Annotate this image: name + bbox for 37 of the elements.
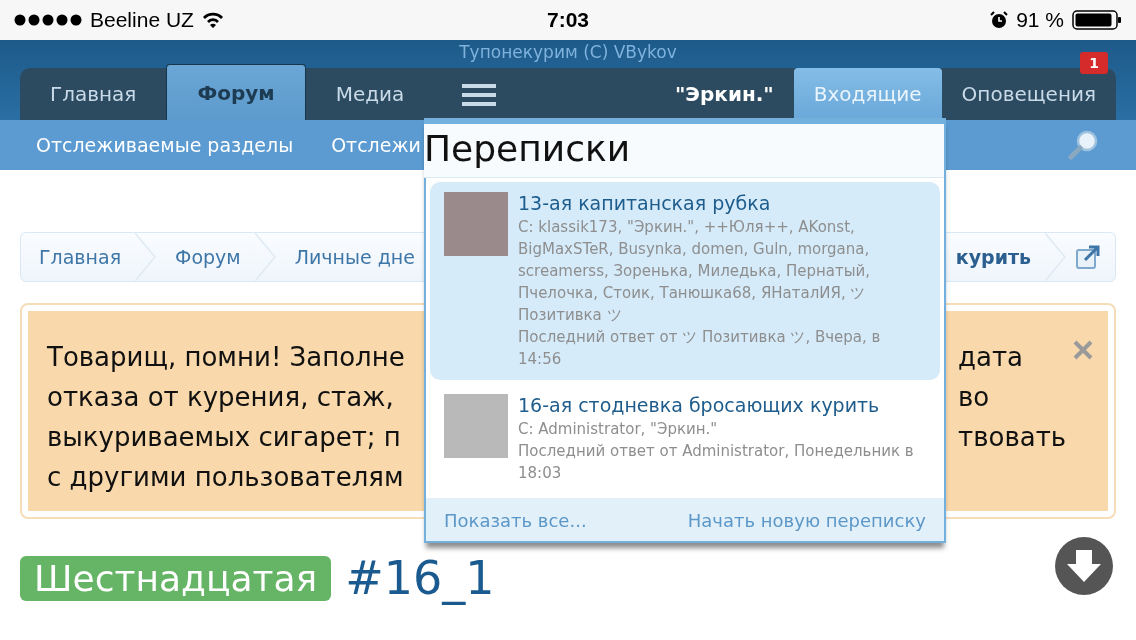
- notification-badge: 1: [1080, 52, 1108, 74]
- participants-text: С: Administrator, "Эркин.": [518, 419, 719, 440]
- subnav-link[interactable]: Отслежи: [331, 134, 421, 156]
- last-reply-text: Последний ответ от Administrator, Понедельник в 18:03: [518, 441, 915, 484]
- conversation-title[interactable]: 13-ая капитанская рубка: [518, 192, 926, 214]
- nav-tab[interactable]: Медиа: [305, 68, 435, 120]
- nav-tab[interactable]: Главная: [20, 68, 167, 120]
- scroll-down-icon[interactable]: [1054, 536, 1114, 596]
- avatar-placeholder: [444, 192, 508, 256]
- site-title: Тупонекурим (C) VBykov: [459, 42, 677, 62]
- participants-text: С: klassik173, "Эркин.", ++Юля++, AKonst, BigMaxSTeR, Busynka, domen, Guln, morgana, screamerss, Зоренька, Миледька, Пернатый, Пчелочка, Стоик, Танюшка68, ЯНаталИЯ, ツ Позитивка ツ: [518, 217, 872, 326]
- user-name-link[interactable]: "Эркин.": [654, 68, 794, 120]
- conversation-title[interactable]: 16-ая стодневка бросающих курить: [518, 394, 926, 416]
- battery-percent: 91 %: [1016, 8, 1064, 32]
- menu-icon[interactable]: [462, 84, 497, 106]
- thread-prefix-label: Шестнадцатая: [20, 555, 332, 601]
- subnav-link[interactable]: Отслеживаемые разделы: [36, 134, 294, 156]
- signal-icon: [14, 14, 82, 26]
- notice-text: дата во твовать: [958, 341, 1068, 454]
- conversation-item[interactable]: [430, 182, 940, 380]
- search-icon[interactable]: [1068, 129, 1100, 161]
- nav-tab[interactable]: Форум: [166, 64, 306, 120]
- external-link-icon[interactable]: [1075, 244, 1101, 270]
- thread-title: #16_1: [345, 551, 495, 605]
- breadcrumb-link[interactable]: Главная: [21, 246, 136, 268]
- avatar-placeholder: [444, 394, 508, 458]
- clock-time: 7:03: [547, 8, 589, 32]
- popup-title: Переписки: [424, 124, 944, 178]
- notice-text: Товарищ, помни! Заполне отказа от курения, стаж, выкуриваемых сигарет; п с другими пользователям: [46, 341, 405, 494]
- popup-footer-link[interactable]: Показать все...: [444, 510, 587, 531]
- battery-icon: [1072, 10, 1122, 30]
- last-reply-text: Последний ответ от ツ Позитивка ツ, Вчера, в 14:56: [518, 327, 882, 370]
- wifi-icon: [201, 12, 224, 28]
- breadcrumb-link[interactable]: Форум: [157, 246, 255, 268]
- popup-footer-link[interactable]: Начать новую переписку: [687, 510, 926, 531]
- carrier-name: Beeline UZ: [90, 8, 194, 32]
- alarm-clock-icon: [990, 11, 1009, 29]
